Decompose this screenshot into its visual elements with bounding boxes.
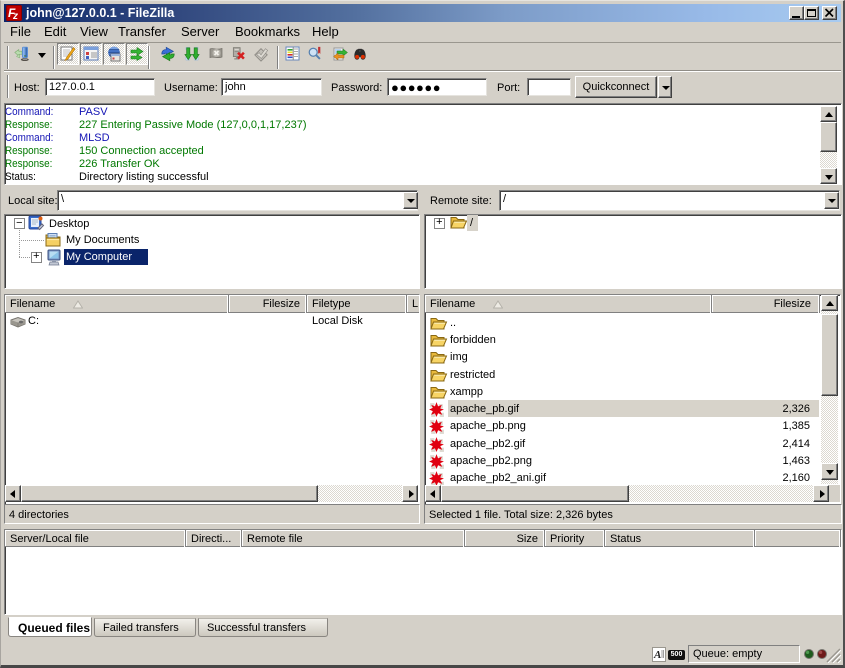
- svg-text:z: z: [12, 11, 18, 21]
- svg-text:A: A: [653, 649, 661, 661]
